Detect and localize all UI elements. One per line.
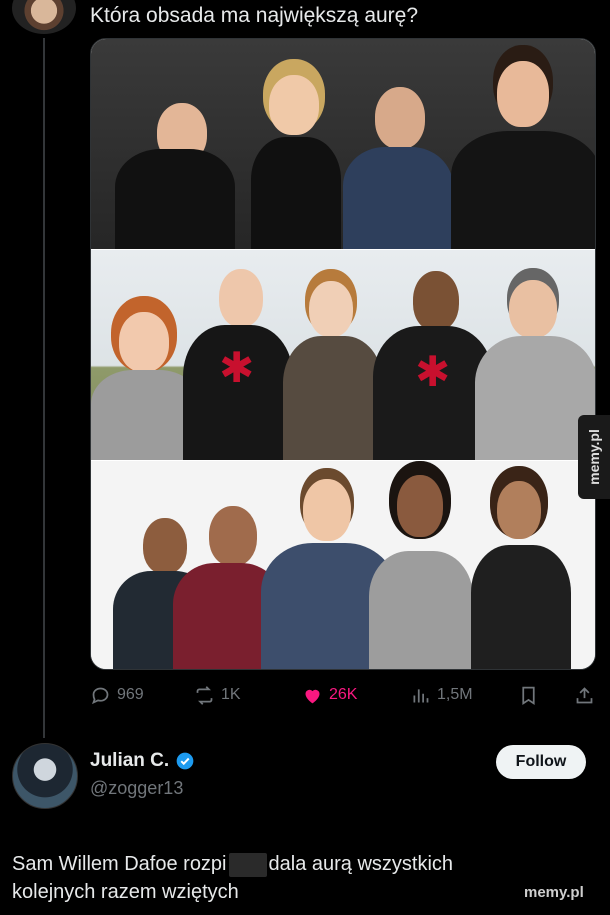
tweet-text: Która obsada ma największą aurę? <box>90 4 419 27</box>
censor-block <box>228 852 267 877</box>
share-button[interactable] <box>574 685 595 706</box>
person <box>105 89 235 249</box>
thread-line <box>43 38 45 738</box>
like-button[interactable]: 26K <box>302 685 357 706</box>
media-panel-3 <box>91 461 595 669</box>
bookmark-icon <box>522 686 535 705</box>
views-button[interactable]: 1,5M <box>410 685 473 706</box>
person <box>475 270 595 460</box>
share-icon <box>576 686 593 703</box>
person <box>451 49 595 249</box>
person <box>231 69 351 249</box>
memy-bottom-watermark: memy.pl <box>524 884 584 901</box>
media-panel-1 <box>91 39 595 249</box>
author-avatar[interactable] <box>12 0 76 34</box>
person: ✱ <box>183 265 293 460</box>
views-chart-icon <box>413 688 429 702</box>
repost-button[interactable]: 1K <box>194 685 241 706</box>
reply-icon <box>92 687 109 704</box>
like-count: 26K <box>329 686 358 703</box>
person <box>363 473 473 669</box>
views-count: 1,5M <box>437 686 473 703</box>
bookmark-button[interactable] <box>518 685 539 706</box>
reply-author-name: Julian C. <box>90 750 170 771</box>
verified-badge-icon <box>176 752 194 770</box>
tweet-media[interactable]: ✱ ✱ <box>90 38 596 670</box>
reply-button[interactable]: 969 <box>90 685 144 706</box>
reply-count: 969 <box>117 686 144 703</box>
tweet-actions: 969 1K 26K 1,5M <box>90 680 596 710</box>
person <box>463 479 573 669</box>
heart-icon <box>305 689 320 703</box>
repost-icon <box>196 685 213 705</box>
repost-count: 1K <box>221 686 241 703</box>
person <box>339 69 459 249</box>
follow-button[interactable]: Follow <box>496 745 586 779</box>
memy-side-watermark: memy.pl <box>578 415 610 499</box>
person <box>283 275 383 460</box>
reply-author[interactable]: Julian C. <box>90 750 195 772</box>
reply-avatar[interactable] <box>12 743 78 809</box>
reply-author-handle: @zogger13 <box>90 778 184 798</box>
media-panel-2: ✱ ✱ <box>91 250 595 460</box>
reply-text: Sam Willem Dafoe rozpi dala aurą wszystki… <box>12 850 532 906</box>
reply-text-part1: Sam Willem Dafoe rozpi <box>12 853 227 875</box>
